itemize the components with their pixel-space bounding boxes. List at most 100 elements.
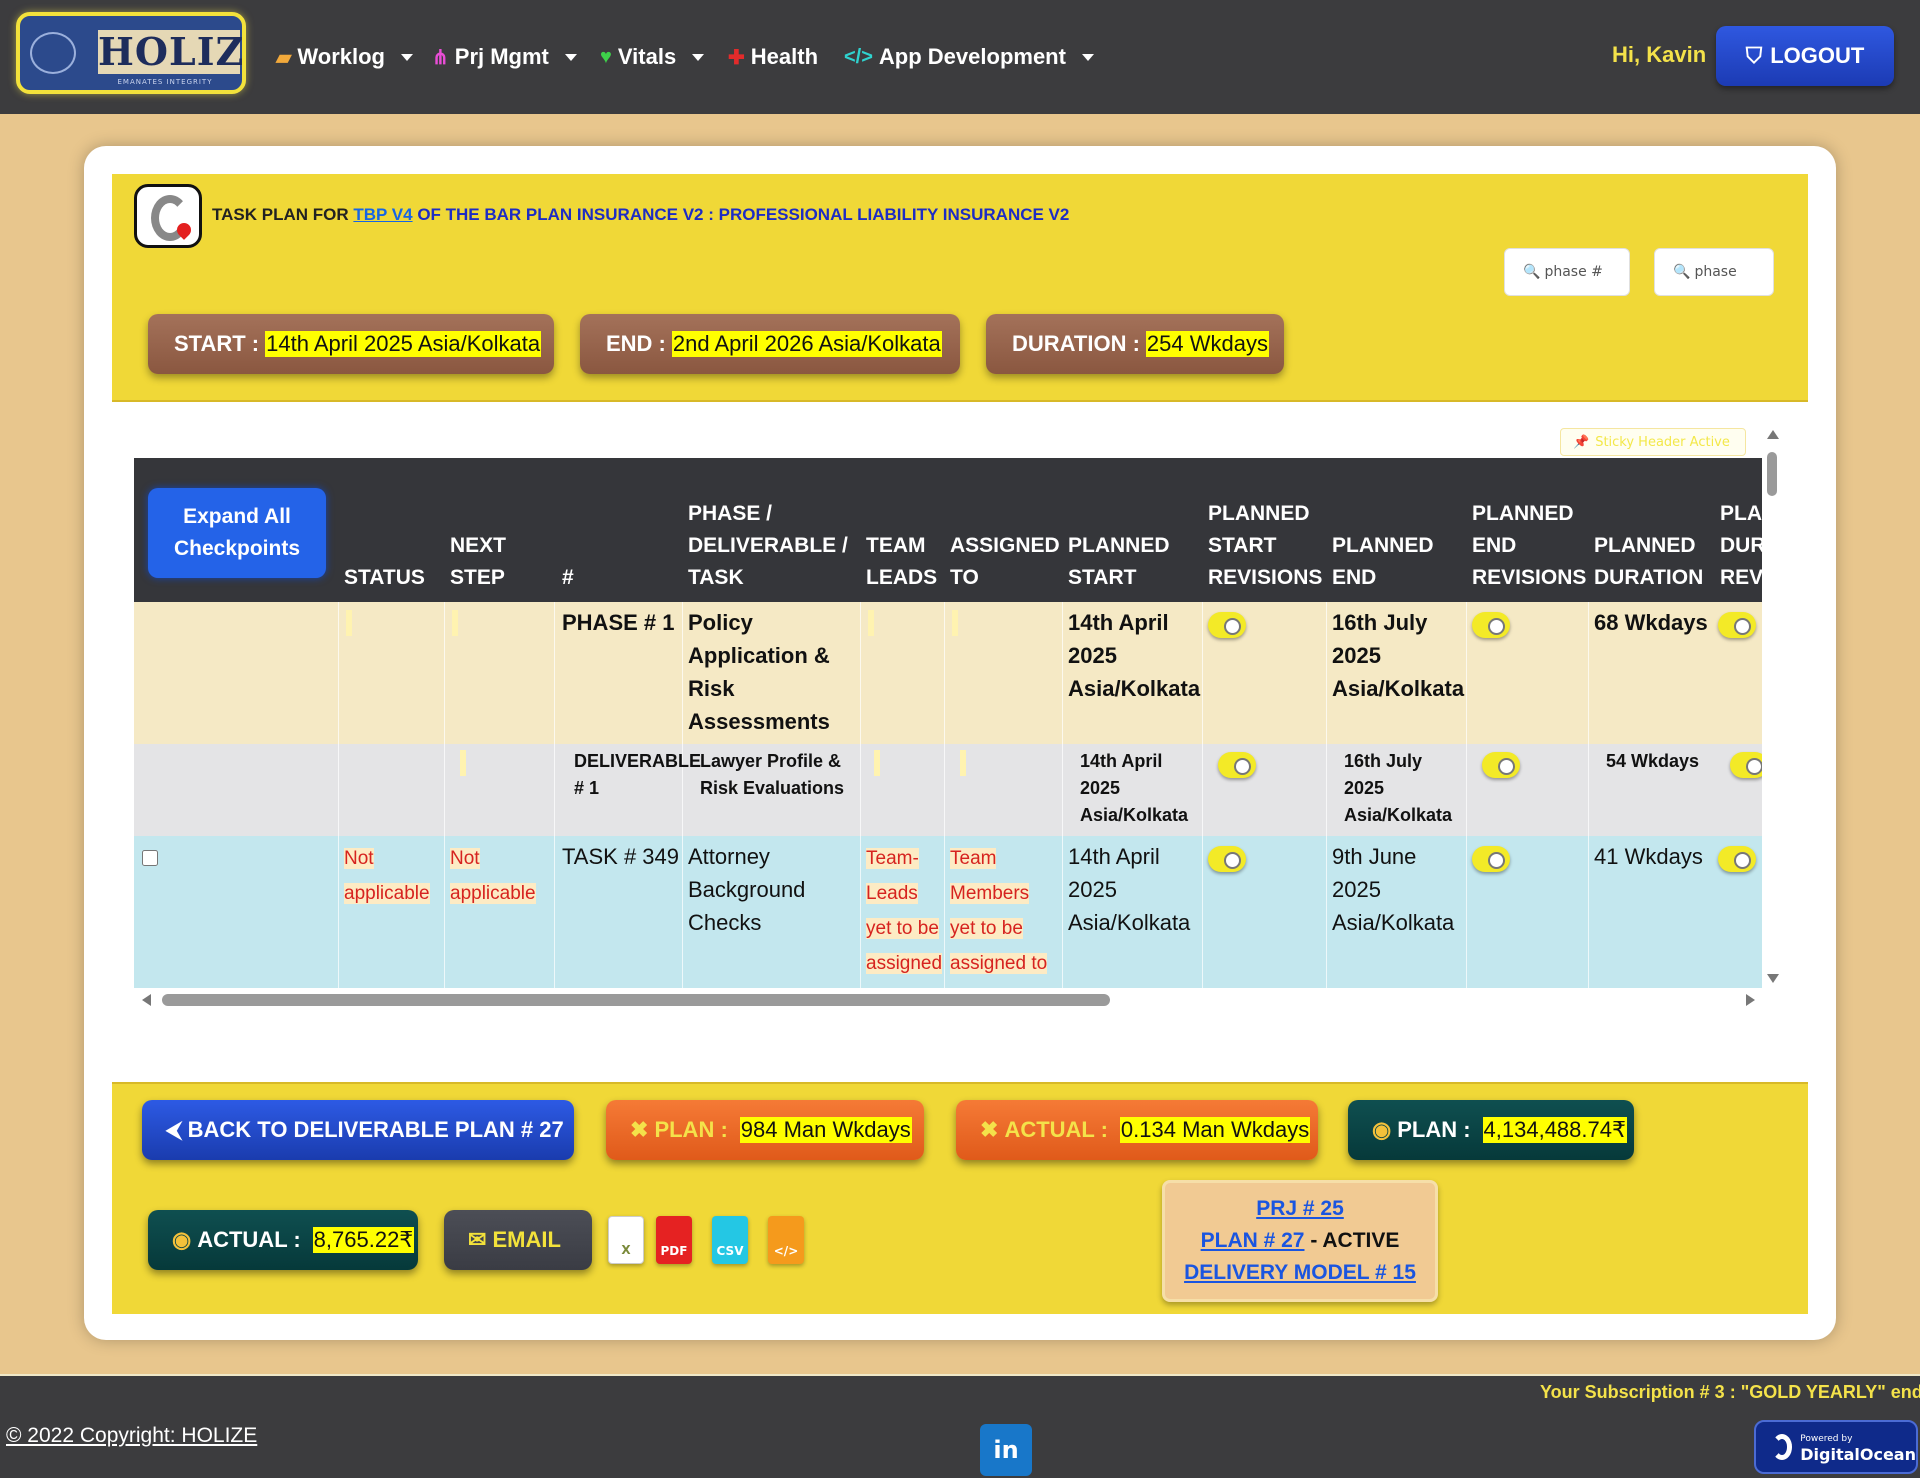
horizontal-scroll-thumb[interactable] bbox=[162, 994, 1110, 1006]
excel-export-icon[interactable]: X bbox=[608, 1216, 644, 1264]
next-step-marker bbox=[460, 750, 466, 776]
scroll-left-icon[interactable] bbox=[142, 994, 151, 1006]
phase-row[interactable]: PHASE # 1 Policy Application & Risk Asse… bbox=[134, 602, 1762, 744]
phase-start-revisions-toggle[interactable] bbox=[1208, 612, 1246, 638]
email-label: EMAIL bbox=[492, 1227, 561, 1252]
deliverable-duration-revisions-toggle[interactable] bbox=[1730, 752, 1762, 778]
start-value: 14th April 2025 Asia/Kolkata bbox=[265, 331, 542, 357]
col-planned-start-revisions[interactable]: PLANNED START REVISIONS bbox=[1208, 498, 1324, 594]
task-team-leads: Team-Leads yet to be assigned to this Ta… bbox=[866, 840, 943, 988]
col-planned-end-revisions[interactable]: PLANNED END REVISIONS bbox=[1472, 498, 1588, 594]
envelope-icon: ✉ bbox=[468, 1227, 487, 1252]
delivery-model-link[interactable]: DELIVERY MODEL # 15 bbox=[1184, 1261, 1416, 1284]
task-select-checkbox[interactable] bbox=[142, 850, 158, 866]
deliverable-start-revisions-toggle[interactable] bbox=[1218, 752, 1256, 778]
vertical-scroll-thumb[interactable] bbox=[1767, 452, 1777, 496]
code-export-icon[interactable]: </> bbox=[768, 1216, 804, 1264]
plan-cost-label: PLAN : bbox=[1397, 1117, 1471, 1142]
tools-icon: ✖ bbox=[980, 1117, 999, 1142]
col-status[interactable]: STATUS bbox=[344, 562, 428, 594]
actual-days-label: ACTUAL : bbox=[1004, 1117, 1108, 1142]
deliverable-planned-end: 16th July 2025 Asia/Kolkata bbox=[1344, 751, 1453, 825]
deliverable-row[interactable]: DELIVERABLE # 1 Lawyer Profile & Risk Ev… bbox=[134, 744, 1762, 836]
user-greeting: Hi, Kavin bbox=[1612, 42, 1707, 67]
task-next-step-text: Not applicable bbox=[450, 848, 536, 904]
task-status-text: Not applicable bbox=[344, 848, 430, 904]
tbp-link[interactable]: TBP V4 bbox=[353, 205, 412, 224]
logo-tagline: EMANATES INTEGRITY bbox=[117, 78, 213, 86]
deliverable-planned-duration: 54 Wkdays bbox=[1606, 751, 1700, 771]
task-end-revisions-toggle[interactable] bbox=[1472, 846, 1510, 872]
scroll-up-icon[interactable] bbox=[1767, 430, 1779, 439]
col-planned-start[interactable]: PLANNED START bbox=[1068, 530, 1188, 594]
search-phase[interactable]: 🔍 phase bbox=[1654, 248, 1774, 296]
next-step-marker bbox=[452, 610, 458, 636]
col-planned-end[interactable]: PLANNED END bbox=[1332, 530, 1448, 594]
plan-link[interactable]: PLAN # 27 bbox=[1201, 1229, 1305, 1252]
task-row[interactable]: Not applicable Not applicable TASK # 349… bbox=[134, 836, 1762, 988]
task-plan-table[interactable]: Expand All Checkpoints STATUS NEXT STEP … bbox=[134, 458, 1762, 988]
holize-logo[interactable]: HOLIZE EMANATES INTEGRITY bbox=[16, 12, 246, 94]
nav-vitals[interactable]: ♥ Vitals bbox=[600, 42, 705, 72]
task-duration-revisions-toggle[interactable] bbox=[1718, 846, 1756, 872]
project-info-box: PRJ # 25 PLAN # 27 - ACTIVE DELIVERY MOD… bbox=[1162, 1180, 1438, 1302]
scroll-down-icon[interactable] bbox=[1767, 974, 1779, 983]
digitalocean-logo-icon bbox=[1772, 1434, 1793, 1460]
back-to-deliverable-plan-button[interactable]: ⮜ BACK TO DELIVERABLE PLAN # 27 bbox=[142, 1100, 574, 1160]
linkedin-icon[interactable]: in bbox=[980, 1424, 1032, 1476]
csv-export-icon[interactable]: CSV bbox=[712, 1216, 748, 1264]
email-button[interactable]: ✉ EMAIL bbox=[444, 1210, 592, 1270]
plan-cost-value: 4,134,488.74₹ bbox=[1482, 1117, 1627, 1143]
actual-cost-value: 8,765.22₹ bbox=[312, 1227, 415, 1253]
deliverable-end-revisions-toggle[interactable] bbox=[1482, 752, 1520, 778]
title-rest: OF THE BAR PLAN INSURANCE V2 : PROFESSIO… bbox=[417, 205, 1070, 224]
project-link[interactable]: PRJ # 25 bbox=[1256, 1197, 1344, 1220]
deliverable-name[interactable]: Lawyer Profile & Risk Evaluations bbox=[688, 748, 858, 802]
task-status: Not applicable bbox=[344, 840, 434, 910]
col-next-step[interactable]: NEXT STEP bbox=[450, 530, 530, 594]
logo-wordmark: HOLIZE bbox=[98, 29, 245, 74]
expand-all-checkpoints-button[interactable]: Expand All Checkpoints bbox=[148, 488, 326, 578]
col-team-leads[interactable]: TEAM LEADS bbox=[866, 530, 937, 594]
nav-app-development[interactable]: </> App Development bbox=[844, 42, 1094, 72]
assigned-marker bbox=[952, 610, 958, 636]
digitalocean-badge[interactable]: Powered by DigitalOcean bbox=[1754, 1420, 1918, 1474]
pin-icon: 📌 bbox=[1573, 434, 1590, 450]
phase-duration-revisions-toggle[interactable] bbox=[1718, 612, 1756, 638]
health-kit-icon: ✚ bbox=[728, 46, 745, 69]
copyright-link[interactable]: © 2022 Copyright: HOLIZE bbox=[6, 1424, 257, 1448]
phase-end-revisions-toggle[interactable] bbox=[1472, 612, 1510, 638]
nav-prj-mgmt[interactable]: ⋔ Prj Mgmt bbox=[432, 42, 577, 72]
col-phase-deliverable-task[interactable]: PHASE / DELIVERABLE / TASK bbox=[688, 498, 848, 594]
col-planned-duration-revisions[interactable]: PLANNED DURATION REVISIONS bbox=[1720, 498, 1762, 594]
col-planned-duration[interactable]: PLANNED DURATION bbox=[1594, 530, 1710, 594]
task-name[interactable]: Attorney Background Checks bbox=[688, 840, 854, 939]
duration-badge: DURATION :254 Wkdays bbox=[986, 314, 1284, 374]
col-assigned-to[interactable]: ASSIGNED TO bbox=[950, 530, 1060, 594]
phase-name[interactable]: Policy Application & Risk Assessments bbox=[688, 606, 854, 738]
subscription-notice: Your Subscription # 3 : "GOLD YEARLY" en… bbox=[1540, 1382, 1920, 1402]
status-marker bbox=[346, 610, 352, 636]
team-leads-marker bbox=[874, 750, 880, 776]
end-label: END : bbox=[606, 331, 666, 356]
sticky-header-label: Sticky Header Active bbox=[1595, 434, 1730, 450]
search-phase-number[interactable]: 🔍 phase # bbox=[1504, 248, 1630, 296]
team-leads-marker bbox=[868, 610, 874, 636]
task-assigned-text: Team Members yet to be assigned to this … bbox=[950, 848, 1048, 988]
plan-days-value: 984 Man Wkdays bbox=[739, 1117, 912, 1143]
col-number[interactable]: # bbox=[562, 562, 602, 594]
plan-status: - ACTIVE bbox=[1310, 1229, 1400, 1252]
search-icon: 🔍 bbox=[1523, 264, 1541, 280]
scroll-right-icon[interactable] bbox=[1746, 994, 1755, 1006]
task-planned-end: 9th June 2025 Asia/Kolkata bbox=[1332, 844, 1455, 935]
nav-health[interactable]: ✚ Health bbox=[728, 42, 818, 72]
project-tree-icon: ⋔ bbox=[432, 46, 449, 69]
table-vertical-scrollbar[interactable] bbox=[1762, 428, 1782, 988]
pdf-export-icon[interactable]: PDF bbox=[656, 1216, 692, 1264]
nav-vitals-label: Vitals bbox=[617, 44, 677, 69]
actual-days-value: 0.134 Man Wkdays bbox=[1119, 1117, 1311, 1143]
logout-button[interactable]: ⛉ LOGOUT bbox=[1716, 26, 1894, 86]
nav-worklog[interactable]: ▰ Worklog bbox=[276, 42, 413, 72]
table-horizontal-scrollbar[interactable] bbox=[134, 990, 1762, 1012]
task-start-revisions-toggle[interactable] bbox=[1208, 846, 1246, 872]
